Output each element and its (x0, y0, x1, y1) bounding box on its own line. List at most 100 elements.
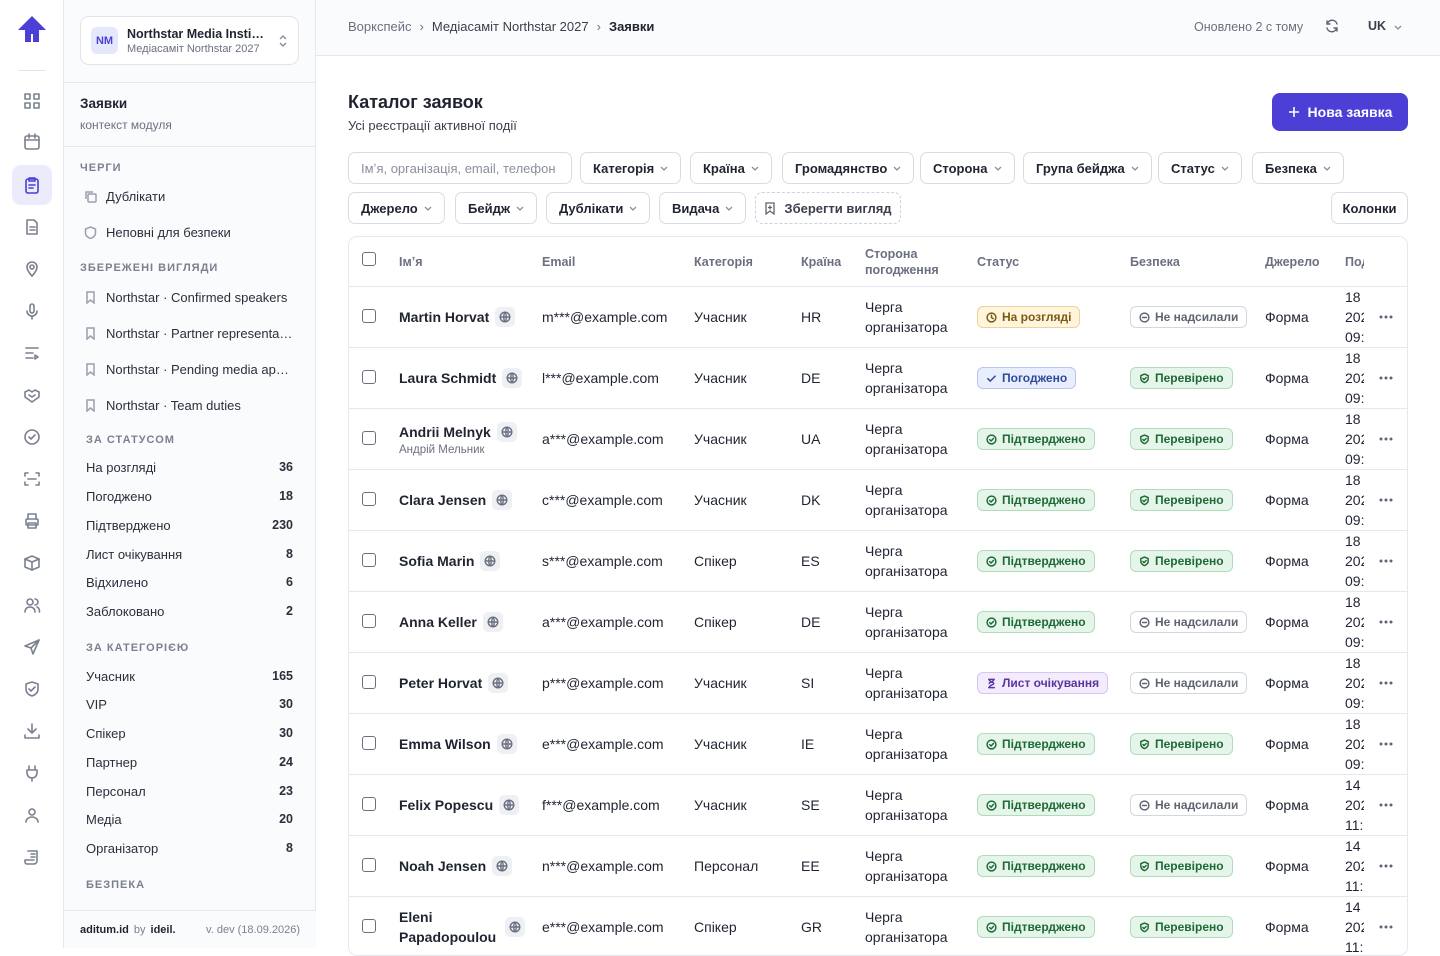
filter-badge-group[interactable]: Група бейджа (1023, 152, 1152, 184)
column-header-status[interactable]: Статус (977, 237, 1019, 287)
filter-issuance[interactable]: Видача (659, 192, 747, 224)
send-icon[interactable] (12, 627, 52, 667)
new-application-button[interactable]: Нова заявка (1272, 93, 1408, 131)
applicant-name[interactable]: Eleni Papadopoulou (399, 907, 499, 947)
status-filter-item[interactable]: На розгляді 36 (86, 456, 293, 478)
saved-view-item[interactable]: Northstar · Partner representatives (84, 321, 299, 345)
row-checkbox[interactable] (362, 614, 376, 628)
applicant-name[interactable]: Peter Horvat (399, 673, 482, 693)
applicant-name[interactable]: Noah Jensen (399, 856, 486, 876)
document-icon[interactable] (12, 207, 52, 247)
table-row[interactable]: Eleni Papadopoulou e***@example.com Спікер… (349, 897, 1407, 955)
column-header-security[interactable]: Безпека (1130, 237, 1180, 287)
column-header-country[interactable]: Країна (801, 237, 841, 287)
applicant-name[interactable]: Andrii Melnyk (399, 424, 491, 440)
category-filter-item[interactable]: Медіа 20 (86, 808, 293, 830)
scan-icon[interactable] (12, 459, 52, 499)
column-header-name[interactable]: Імʼя (399, 237, 423, 287)
table-row[interactable]: Laura Schmidt l***@example.com Учасник DE Че… (349, 348, 1407, 409)
more-actions-icon[interactable] (1379, 559, 1393, 563)
shield-icon[interactable] (12, 669, 52, 709)
column-header-side[interactable]: Сторона погодження (865, 237, 939, 287)
row-checkbox[interactable] (362, 370, 376, 384)
applicant-name[interactable]: Martin Horvat (399, 307, 489, 327)
row-checkbox[interactable] (362, 675, 376, 689)
row-checkbox[interactable] (362, 919, 376, 933)
report-icon[interactable] (12, 837, 52, 877)
filter-badge[interactable]: Бейдж (455, 192, 538, 224)
table-row[interactable]: Emma Wilson e***@example.com Учасник IE Черг… (349, 714, 1407, 775)
row-checkbox[interactable] (362, 431, 376, 445)
clipboard-icon[interactable] (12, 165, 52, 205)
more-actions-icon[interactable] (1379, 681, 1393, 685)
row-checkbox[interactable] (362, 736, 376, 750)
more-actions-icon[interactable] (1379, 620, 1393, 624)
saved-view-item[interactable]: Northstar · Pending media applications (84, 357, 299, 381)
table-row[interactable]: Anna Keller a***@example.com Спікер DE Черга… (349, 592, 1407, 653)
saved-view-item[interactable]: Northstar · Confirmed speakers (84, 285, 299, 309)
row-checkbox[interactable] (362, 309, 376, 323)
column-header-category[interactable]: Категорія (694, 237, 753, 287)
row-checkbox[interactable] (362, 492, 376, 506)
users-icon[interactable] (12, 585, 52, 625)
breadcrumb-workspace[interactable]: Воркспейс (348, 19, 412, 34)
more-actions-icon[interactable] (1379, 315, 1393, 319)
category-filter-item[interactable]: Спікер 30 (86, 722, 293, 744)
refresh-icon[interactable] (1324, 18, 1340, 34)
row-checkbox[interactable] (362, 858, 376, 872)
table-row[interactable]: Peter Horvat p***@example.com Учасник SI Чер… (349, 653, 1407, 714)
location-icon[interactable] (12, 249, 52, 289)
select-all-checkbox[interactable] (362, 252, 376, 266)
dashboard-icon[interactable] (12, 81, 52, 121)
column-header-email[interactable]: Email (542, 237, 575, 287)
org-switcher[interactable]: NM Northstar Media Institute Медіасаміт … (80, 16, 299, 65)
printer-icon[interactable] (12, 501, 52, 541)
handshake-icon[interactable] (12, 375, 52, 415)
filter-security[interactable]: Безпека (1252, 152, 1344, 184)
status-filter-item[interactable]: Погоджено 18 (86, 485, 293, 507)
applicant-name[interactable]: Laura Schmidt (399, 368, 496, 388)
more-actions-icon[interactable] (1379, 498, 1393, 502)
category-filter-item[interactable]: Організатор 8 (86, 837, 293, 859)
more-actions-icon[interactable] (1379, 437, 1393, 441)
filter-status[interactable]: Статус (1158, 152, 1242, 184)
package-icon[interactable] (12, 543, 52, 583)
search-input[interactable] (348, 152, 572, 184)
columns-button[interactable]: Колонки (1331, 192, 1408, 224)
filter-source[interactable]: Джерело (348, 192, 445, 224)
status-filter-item[interactable]: Лист очікування 8 (86, 543, 293, 565)
applicant-name[interactable]: Clara Jensen (399, 490, 486, 510)
applicant-name[interactable]: Emma Wilson (399, 734, 491, 754)
more-actions-icon[interactable] (1379, 925, 1393, 929)
row-checkbox[interactable] (362, 797, 376, 811)
plug-icon[interactable] (12, 753, 52, 793)
category-filter-item[interactable]: Партнер 24 (86, 751, 293, 773)
app-logo-icon[interactable] (16, 14, 48, 46)
filter-country[interactable]: Країна (690, 152, 772, 184)
status-filter-item[interactable]: Заблоковано 2 (86, 600, 293, 622)
footer-brand[interactable]: aditum.id (80, 924, 129, 936)
save-view-button[interactable]: Зберегти вигляд (755, 192, 901, 224)
applicant-name[interactable]: Sofia Marin (399, 551, 474, 571)
language-selector[interactable]: UK (1368, 19, 1402, 33)
microphone-icon[interactable] (12, 291, 52, 331)
list-icon[interactable] (12, 333, 52, 373)
team-icon[interactable] (12, 795, 52, 835)
status-filter-item[interactable]: Відхилено 6 (86, 571, 293, 593)
check-circle-icon[interactable] (12, 417, 52, 457)
column-header-date[interactable]: Подано (1345, 237, 1364, 287)
applicant-name[interactable]: Anna Keller (399, 612, 477, 632)
table-row[interactable]: Martin Horvat m***@example.com Учасник HR Че… (349, 287, 1407, 348)
table-row[interactable]: Noah Jensen n***@example.com Персонал EE Чер… (349, 836, 1407, 897)
queue-duplicates[interactable]: Дублікати (84, 184, 299, 208)
download-icon[interactable] (12, 711, 52, 751)
table-row[interactable]: Felix Popescu f***@example.com Учасник SE Че… (349, 775, 1407, 836)
more-actions-icon[interactable] (1379, 376, 1393, 380)
more-actions-icon[interactable] (1379, 864, 1393, 868)
filter-duplicates[interactable]: Дублікати (546, 192, 651, 224)
status-filter-item[interactable]: Підтверджено 230 (86, 514, 293, 536)
more-actions-icon[interactable] (1379, 803, 1393, 807)
more-actions-icon[interactable] (1379, 742, 1393, 746)
saved-view-item[interactable]: Northstar · Team duties (84, 393, 299, 417)
applicant-name[interactable]: Felix Popescu (399, 795, 493, 815)
